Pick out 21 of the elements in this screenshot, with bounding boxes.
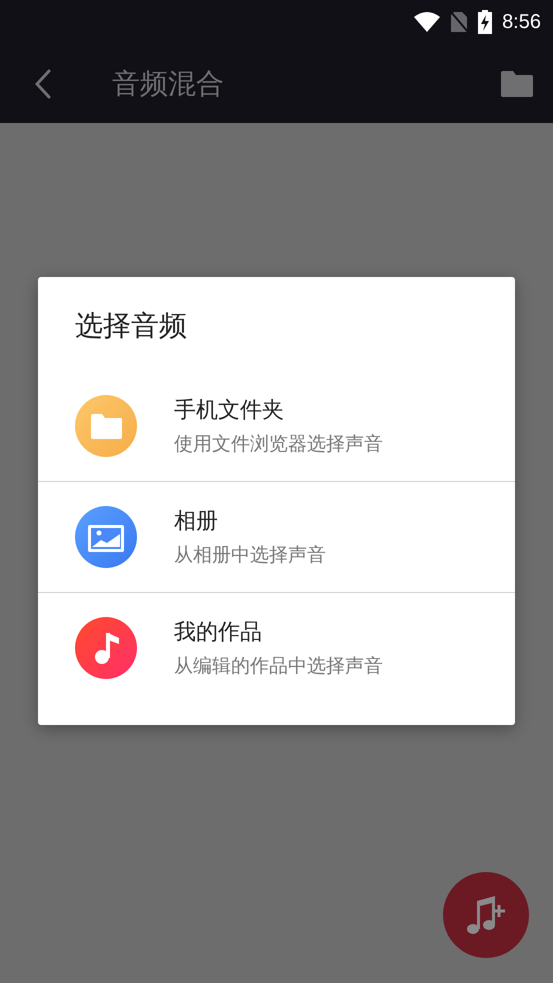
dialog-title: 选择音频 xyxy=(74,308,188,344)
option-title: 手机文件夹 xyxy=(174,397,285,425)
music-note-icon xyxy=(75,617,137,679)
image-icon xyxy=(75,506,137,568)
option-subtitle: 使用文件浏览器选择声音 xyxy=(174,432,383,457)
option-subtitle: 从相册中选择声音 xyxy=(174,543,326,568)
battery-charging-icon xyxy=(478,10,492,34)
folder-icon xyxy=(75,395,137,457)
option-item[interactable]: 手机文件夹 使用文件浏览器选择声音 xyxy=(38,371,515,481)
music-plus-icon xyxy=(466,893,506,937)
back-icon[interactable] xyxy=(35,68,51,98)
option-title: 我的作品 xyxy=(174,619,263,647)
wifi-icon xyxy=(414,12,440,32)
folder-icon[interactable] xyxy=(501,70,533,96)
option-item[interactable]: 相册 从相册中选择声音 xyxy=(38,481,515,592)
toolbar-title: 音频混合 xyxy=(112,66,225,102)
clock-time: 8:56 xyxy=(502,10,541,34)
option-title: 相册 xyxy=(174,508,219,536)
option-item[interactable]: 我的作品 从编辑的作品中选择声音 xyxy=(38,592,515,703)
no-sim-icon xyxy=(450,11,468,33)
option-subtitle: 从编辑的作品中选择声音 xyxy=(174,654,383,679)
